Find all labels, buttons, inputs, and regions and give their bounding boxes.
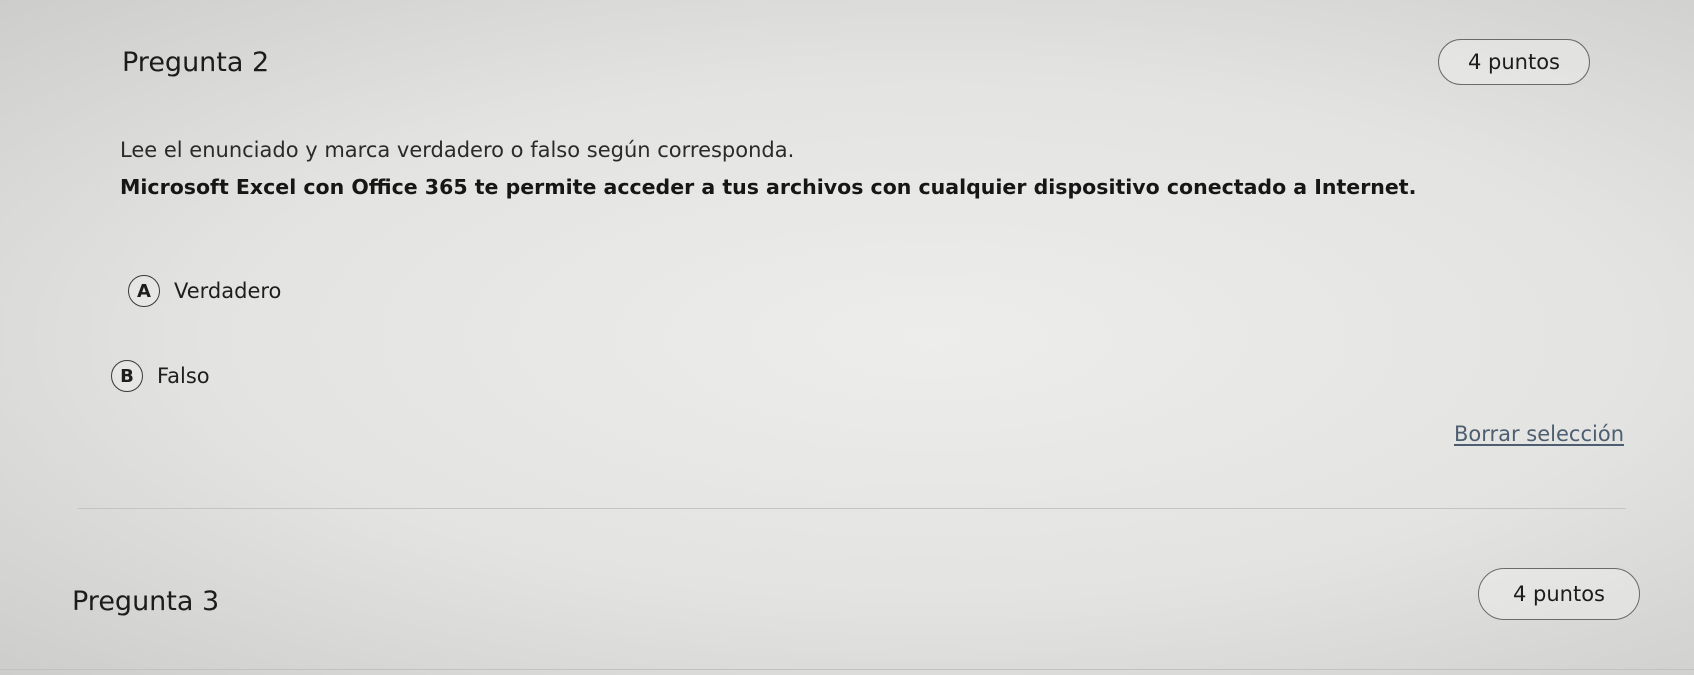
option-a-verdadero[interactable]: A Verdadero bbox=[128, 275, 281, 307]
option-a-label: Verdadero bbox=[174, 279, 282, 303]
question-3-title: Pregunta 3 bbox=[72, 586, 220, 617]
option-a-letter: A bbox=[128, 275, 160, 307]
question-2-points-badge: 4 puntos bbox=[1438, 39, 1590, 85]
question-2-title: Pregunta 2 bbox=[122, 47, 270, 78]
question-2-statement: Microsoft Excel con Office 365 te permit… bbox=[120, 175, 1417, 199]
bottom-divider bbox=[0, 669, 1694, 670]
option-b-letter: B bbox=[111, 360, 143, 392]
option-b-label: Falso bbox=[157, 364, 210, 388]
section-divider bbox=[78, 508, 1626, 509]
clear-selection-link[interactable]: Borrar selección bbox=[1454, 422, 1624, 446]
question-2-instruction: Lee el enunciado y marca verdadero o fal… bbox=[120, 138, 795, 162]
question-3-points-badge: 4 puntos bbox=[1478, 568, 1640, 620]
option-b-falso[interactable]: B Falso bbox=[111, 360, 210, 392]
